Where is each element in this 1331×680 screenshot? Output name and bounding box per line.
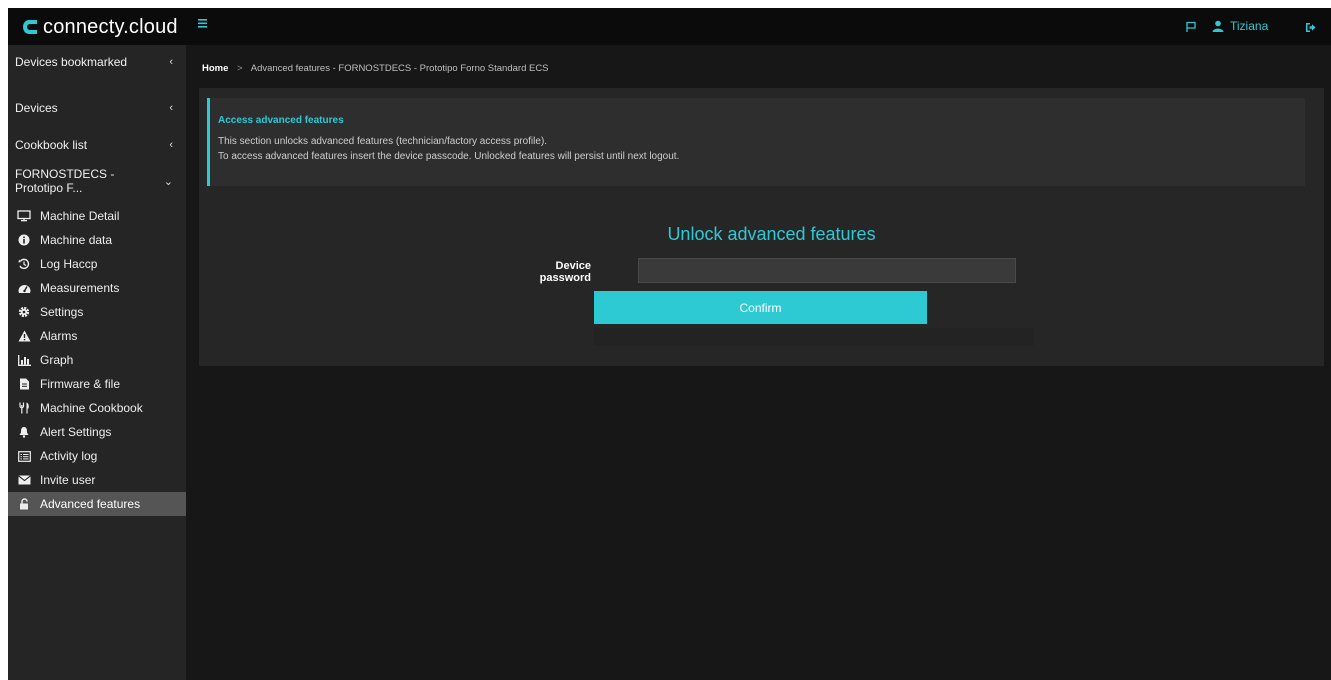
sidebar-item-label: Alarms — [40, 329, 78, 343]
confirm-button[interactable]: Confirm — [594, 291, 927, 324]
user-name: Tiziana — [1230, 19, 1269, 33]
sidebar-item-label: Machine Detail — [40, 209, 120, 223]
unlock-title: Unlock advanced features — [667, 224, 876, 244]
main-panel: Access advanced features This section un… — [199, 88, 1324, 366]
form-background — [594, 328, 1034, 346]
sidebar-item-measurements[interactable]: Measurements — [8, 276, 186, 300]
chevron-left-icon: ‹ — [169, 139, 173, 151]
unlock-icon — [17, 497, 31, 511]
breadcrumb: Home > Advanced features - FORNOSTDECS -… — [202, 63, 549, 77]
sidebar-item-machine-detail[interactable]: Machine Detail — [8, 204, 186, 228]
chevron-left-icon: ‹ — [169, 102, 173, 114]
file-icon — [17, 377, 31, 391]
hamburger-icon — [198, 19, 207, 28]
sidebar-section-device[interactable]: FORNOSTDECS - Prototipo F... ⌄ — [8, 164, 186, 198]
brand-name: connecty.cloud — [43, 15, 178, 38]
sidebar-item-alert-settings[interactable]: Alert Settings — [8, 420, 186, 444]
warning-icon — [17, 329, 31, 343]
info-description: This section unlocks advanced features (… — [218, 136, 548, 147]
brand-logo[interactable]: connecty.cloud — [22, 14, 178, 40]
user-icon — [1212, 20, 1224, 32]
logout-icon[interactable] — [1305, 20, 1316, 32]
info-circle-icon — [17, 233, 31, 247]
sidebar-item-label: Machine data — [40, 233, 113, 247]
sidebar-item-alarms[interactable]: Alarms — [8, 324, 186, 348]
sidebar-item-settings[interactable]: Settings — [8, 300, 186, 324]
gear-icon — [17, 305, 31, 319]
logo-mark-icon — [22, 18, 38, 36]
sidebar-item-label: Invite user — [40, 473, 96, 487]
menu-toggle-button[interactable] — [198, 17, 212, 33]
breadcrumb-current: Advanced features - FORNOSTDECS - Protot… — [250, 63, 549, 74]
sidebar-item-label: Firmware & file — [40, 377, 121, 391]
sidebar-item-machine-cookbook[interactable]: Machine Cookbook — [8, 396, 186, 420]
monitor-icon — [17, 209, 31, 223]
sidebar-item-log-haccp[interactable]: Log Haccp — [8, 252, 186, 276]
top-bar: connecty.cloud Tiziana — [8, 8, 1331, 45]
sidebar-section-label: Devices — [15, 101, 58, 115]
sidebar-section-label: Devices bookmarked — [15, 55, 128, 69]
info-instructions: To access advanced features insert the d… — [218, 151, 680, 162]
user-menu[interactable]: Tiziana — [1212, 16, 1268, 36]
chevron-left-icon: ‹ — [169, 56, 173, 68]
sidebar-item-firmware-file[interactable]: Firmware & file — [8, 372, 186, 396]
sidebar: Devices bookmarked ‹ Devices ‹ Cookbook … — [8, 45, 186, 680]
sidebar-section-devices-bookmarked[interactable]: Devices bookmarked ‹ — [8, 45, 186, 79]
list-icon — [17, 449, 31, 463]
sidebar-item-label: Log Haccp — [40, 257, 98, 271]
sidebar-item-graph[interactable]: Graph — [8, 348, 186, 372]
cutlery-icon — [17, 401, 31, 415]
sidebar-section-devices[interactable]: Devices ‹ — [8, 91, 186, 125]
history-icon — [17, 257, 31, 271]
flag-icon[interactable] — [1185, 20, 1197, 32]
sidebar-item-label: Alert Settings — [40, 425, 112, 439]
chevron-down-icon: ⌄ — [163, 175, 173, 188]
breadcrumb-home-link[interactable]: Home — [202, 63, 228, 74]
sidebar-section-label: FORNOSTDECS - Prototipo F... — [15, 167, 115, 195]
dashboard-icon — [17, 281, 31, 295]
device-password-label: Device password — [539, 260, 591, 284]
sidebar-item-label: Measurements — [40, 281, 120, 295]
sidebar-item-label: Activity log — [40, 449, 98, 463]
envelope-icon — [17, 473, 31, 487]
sidebar-item-label: Settings — [40, 305, 84, 319]
bell-icon — [17, 425, 31, 439]
info-title: Access advanced features — [218, 115, 344, 126]
sidebar-item-machine-data[interactable]: Machine data — [8, 228, 186, 252]
sidebar-item-advanced-features[interactable]: Advanced features — [8, 492, 186, 516]
app-window: connecty.cloud Tiziana Devices bookmarke… — [8, 8, 1331, 680]
bar-chart-icon — [17, 353, 31, 367]
sidebar-item-label: Machine Cookbook — [40, 401, 143, 415]
sidebar-item-label: Graph — [40, 353, 74, 367]
device-password-input[interactable] — [638, 258, 1016, 283]
breadcrumb-separator: > — [237, 63, 243, 74]
sidebar-item-invite-user[interactable]: Invite user — [8, 468, 186, 492]
sidebar-item-activity-log[interactable]: Activity log — [8, 444, 186, 468]
sidebar-section-cookbook-list[interactable]: Cookbook list ‹ — [8, 128, 186, 162]
sidebar-item-label: Advanced features — [40, 497, 141, 511]
sidebar-section-label: Cookbook list — [15, 138, 88, 152]
